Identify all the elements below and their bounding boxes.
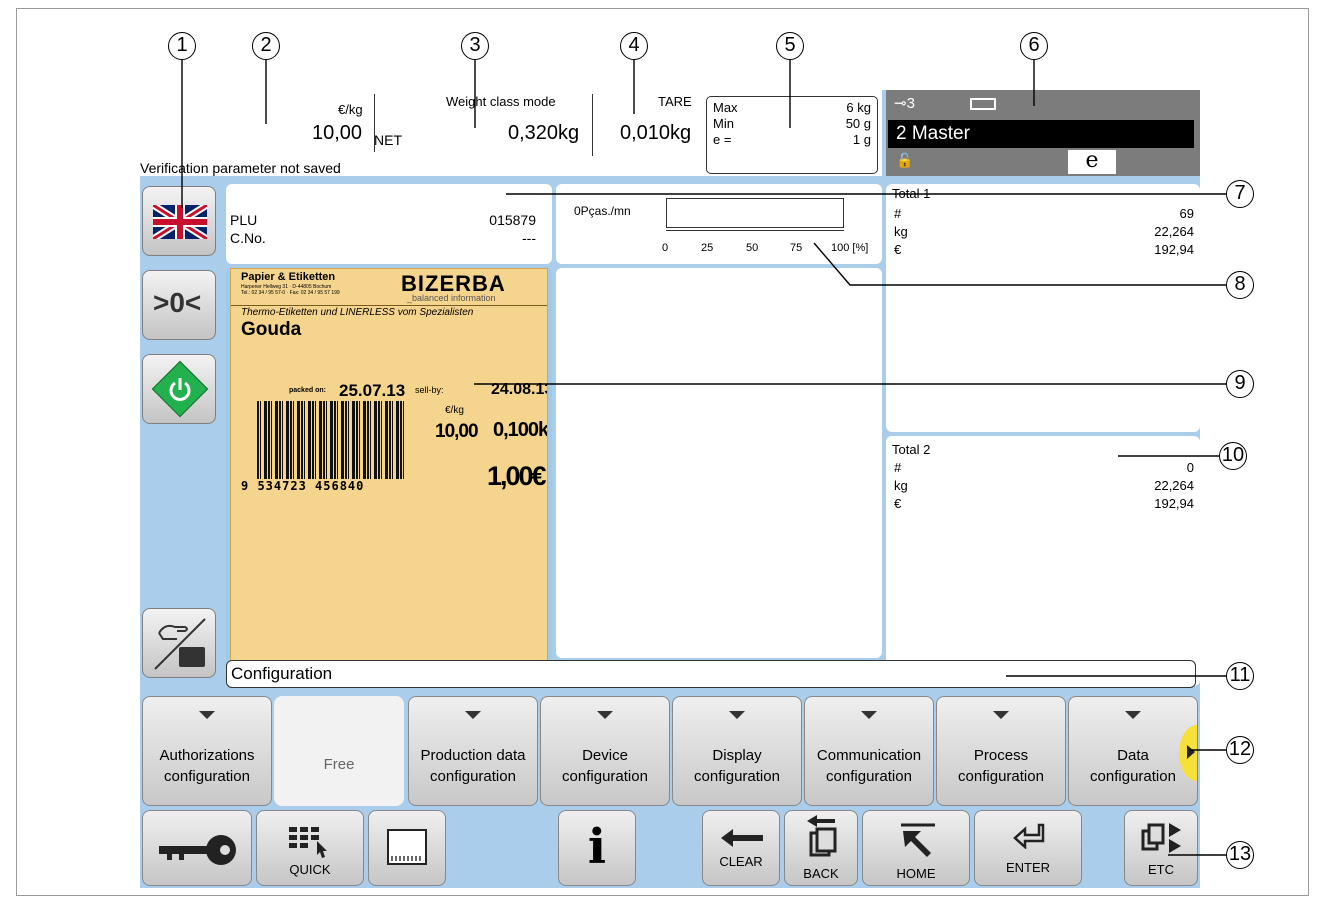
callout-marker: 1: [168, 32, 196, 60]
callout-marker: 4: [620, 32, 648, 60]
callout-marker: 10: [1219, 442, 1247, 470]
callout-marker: 11: [1226, 662, 1254, 690]
callout-marker: 6: [1020, 32, 1048, 60]
callout-marker: 7: [1226, 180, 1254, 208]
callout-marker: 2: [252, 32, 280, 60]
callout-marker: 8: [1226, 271, 1254, 299]
callout-leaders: [181, 60, 1226, 856]
callout-marker: 13: [1226, 841, 1254, 869]
callout-marker: 5: [776, 32, 804, 60]
callout-marker: 12: [1226, 736, 1254, 764]
callout-marker: 3: [461, 32, 489, 60]
callout-marker: 9: [1226, 370, 1254, 398]
